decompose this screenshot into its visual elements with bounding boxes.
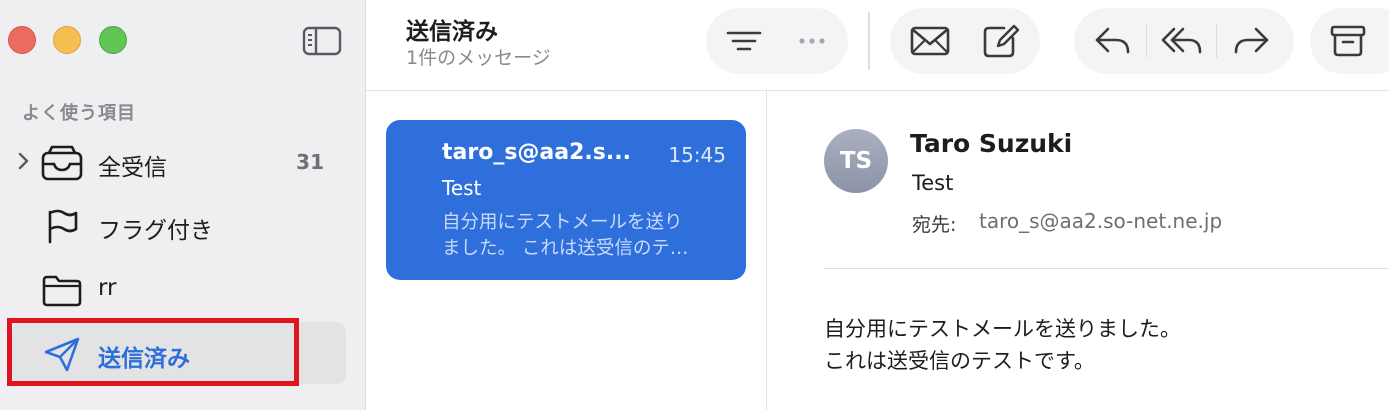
annotation-highlight-box — [7, 318, 299, 386]
folder-icon — [40, 270, 84, 310]
favorites-section-header: よく使う項目 — [22, 103, 136, 124]
sidebar-item-flagged[interactable]: フラグ付き — [12, 194, 346, 256]
message-count-subtitle: 1件のメッセージ — [406, 47, 551, 69]
close-window-button[interactable] — [8, 26, 36, 54]
mailbox-title: 送信済み — [406, 19, 498, 45]
zoom-window-button[interactable] — [99, 26, 127, 54]
filter-group — [706, 8, 848, 74]
email-subject: Test — [912, 171, 954, 195]
email-body-line: これは送受信のテストです。 — [824, 349, 1095, 373]
sidebar-toggle-icon[interactable] — [301, 24, 343, 58]
reply-group — [1074, 8, 1294, 74]
forward-icon[interactable] — [1226, 16, 1278, 66]
sidebar-item-all-inboxes[interactable]: 全受信 31 — [12, 131, 346, 193]
message-list: taro_s@aa2.s... 15:45 Test 自分用にテストメールを送り… — [366, 91, 767, 410]
message-preview-line: ました。 これは送受信のテ… — [442, 238, 689, 259]
message-sender: taro_s@aa2.s... — [442, 140, 631, 165]
toolbar-divider — [868, 12, 870, 70]
archive-group — [1310, 8, 1389, 74]
sidebar-item-label: 全受信 — [98, 155, 167, 181]
inbox-tray-icon — [40, 143, 84, 183]
avatar: TS — [824, 129, 888, 193]
sidebar-item-label: rr — [98, 275, 117, 301]
toolbar: 送信済み 1件のメッセージ — [366, 0, 1389, 91]
sidebar-item-rr[interactable]: rr — [12, 258, 346, 320]
reply-all-icon[interactable] — [1156, 16, 1208, 66]
sidebar: よく使う項目 全受信 31 フラグ付き rr 送信済み — [0, 0, 366, 410]
sidebar-item-label: フラグ付き — [98, 218, 213, 244]
button-separator — [1216, 24, 1217, 58]
message-subject: Test — [442, 176, 482, 200]
filter-icon[interactable] — [718, 16, 770, 66]
unread-count-badge: 31 — [296, 150, 324, 174]
header-divider — [824, 268, 1389, 269]
message-time: 15:45 — [668, 143, 726, 167]
message-preview: 自分用にテストメールを送り ました。 これは送受信のテ… — [442, 210, 732, 262]
message-list-item[interactable]: taro_s@aa2.s... 15:45 Test 自分用にテストメールを送り… — [386, 120, 746, 280]
reading-pane: TS Taro Suzuki Test 宛先: taro_s@aa2.so-ne… — [767, 91, 1389, 410]
compose-icon[interactable] — [974, 16, 1026, 66]
archive-icon[interactable] — [1322, 16, 1374, 66]
reply-icon[interactable] — [1086, 16, 1138, 66]
more-icon[interactable] — [786, 16, 838, 66]
envelope-icon[interactable] — [904, 16, 956, 66]
minimize-window-button[interactable] — [53, 26, 81, 54]
chevron-right-icon[interactable] — [16, 151, 30, 171]
flag-icon — [40, 206, 84, 246]
sender-name[interactable]: Taro Suzuki — [910, 129, 1072, 158]
compose-group — [890, 8, 1040, 74]
email-body-line: 自分用にテストメールを送りました。 — [824, 317, 1181, 341]
button-separator — [1146, 24, 1147, 58]
recipient-label: 宛先: — [912, 214, 957, 236]
recipient-address[interactable]: taro_s@aa2.so-net.ne.jp — [979, 209, 1222, 233]
message-preview-line: 自分用にテストメールを送り — [442, 212, 683, 233]
